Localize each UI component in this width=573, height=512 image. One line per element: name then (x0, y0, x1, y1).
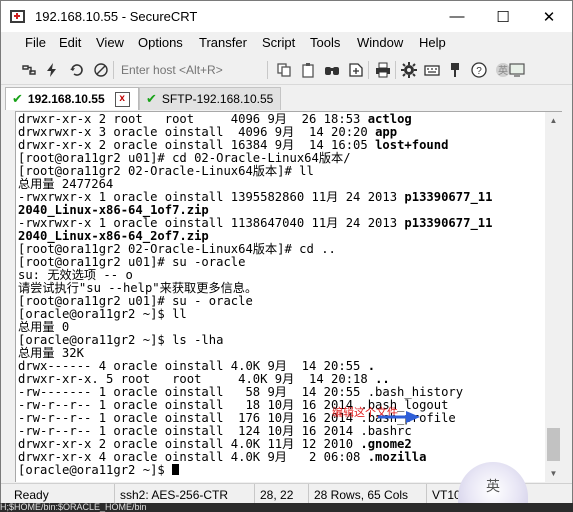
terminal-line-highlight: .gnome2 (360, 437, 412, 451)
help-icon[interactable]: ? (469, 60, 489, 80)
menu-help[interactable]: Help (419, 35, 446, 50)
terminal-line-text: drwxr-xr-x. 5 root root 4.0K 9月 14 20:18 (18, 372, 376, 386)
scroll-down-icon[interactable]: ▼ (545, 465, 562, 482)
terminal-line-text: drwxr-xr-x 2 oracle oinstall 4.0K 11月 12… (18, 437, 361, 451)
tab-label: 192.168.10.55 (27, 92, 105, 106)
terminal-line-text: -rw-r--r-- 1 oracle oinstall 124 10月 16 … (18, 424, 412, 438)
annotation-arrow-icon (378, 411, 420, 423)
screen-icon[interactable] (507, 60, 527, 80)
terminal-screen[interactable]: drwxr-xr-x 2 root root 4096 9月 26 18:53 … (15, 111, 546, 482)
window-title: 192.168.10.55 - SecureCRT (35, 9, 198, 24)
terminal-line-text: 总用量 2477264 (18, 177, 114, 191)
terminal-line-text: drwxr-xr-x 4 oracle oinstall 4.0K 9月 2 0… (18, 450, 368, 464)
paste-icon[interactable] (298, 60, 318, 80)
terminal-line-text: [root@ora11gr2 u01]# su - oracle (18, 294, 253, 308)
terminal-line-text: -rwxrwxr-x 1 oracle oinstall 1138647040 … (18, 216, 405, 230)
minimize-button[interactable]: — (434, 1, 480, 32)
maximize-button[interactable]: ☐ (480, 1, 526, 32)
close-tab-icon[interactable]: x (114, 91, 130, 107)
menu-view[interactable]: View (96, 35, 124, 50)
tab-label: SFTP-192.168.10.55 (161, 92, 274, 106)
terminal-line-text: -rw------- 1 oracle oinstall 58 9月 14 20… (18, 385, 464, 399)
reconnect-icon[interactable] (67, 60, 87, 80)
toolbar: ? 英 (1, 56, 572, 85)
enter-host-input[interactable] (117, 61, 257, 79)
securecrt-app-icon (10, 10, 25, 23)
toolbar-separator (368, 61, 369, 79)
terminal-line-highlight: actlog (367, 112, 412, 126)
terminal-line-highlight: .mozilla (367, 450, 427, 464)
terminal-line-highlight: 2040_Linux-x86-64_2of7.zip (18, 229, 209, 243)
connected-check-icon: ✔ (146, 91, 157, 106)
keymap-icon[interactable] (422, 60, 442, 80)
find-icon[interactable] (322, 60, 342, 80)
settings-icon[interactable] (399, 60, 419, 80)
menu-script[interactable]: Script (262, 35, 295, 50)
terminal-line-highlight: p13390677_11 (404, 190, 493, 204)
close-icon: ✕ (542, 8, 556, 26)
terminal-line-text: 总用量 32K (18, 346, 84, 360)
sftp-icon[interactable] (346, 60, 366, 80)
terminal-line-highlight: .. (375, 372, 390, 386)
tab-session-192-168-10-55[interactable]: ✔ 192.168.10.55 x (5, 87, 139, 110)
terminal-line: [oracle@ora11gr2 ~]$ (18, 463, 180, 477)
tab-sftp-192-168-10-55[interactable]: ✔ SFTP-192.168.10.55 (139, 87, 281, 110)
terminal-line-highlight: p13390677_11 (404, 216, 493, 230)
securecrt-window: 192.168.10.55 - SecureCRT — ☐ ✕ File Edi… (0, 0, 573, 512)
terminal-line-highlight: app (375, 125, 398, 139)
connected-check-icon: ✔ (12, 91, 23, 106)
session-tab-bar: ✔ 192.168.10.55 x ✔ SFTP-192.168.10.55 (1, 85, 572, 111)
menu-tools[interactable]: Tools (310, 35, 340, 50)
print-icon[interactable] (373, 60, 393, 80)
connect-icon[interactable] (19, 60, 39, 80)
terminal-line-highlight: . (367, 359, 376, 373)
terminal-line-text: [oracle@ora11gr2 ~]$ ll (18, 307, 187, 321)
terminal-line-text: [oracle@ora11gr2 ~]$ ls -lha (18, 333, 224, 347)
background-terminal-strip: H;$HOME/bin:$ORACLE_HOME/bin (0, 503, 573, 512)
terminal-line-text: [root@ora11gr2 u01]# su -oracle (18, 255, 246, 269)
terminal-line-text: [oracle@ora11gr2 ~]$ (18, 463, 173, 477)
terminal-line-text: 请尝试执行"su --help"来获取更多信息。 (18, 281, 258, 295)
terminal-line-text: [root@ora11gr2 02-Oracle-Linux64版本]# cd … (18, 242, 336, 256)
terminal-line-highlight: lost+found (375, 138, 449, 152)
terminal-line-text: su: 无效选项 -- o (18, 268, 133, 282)
menu-options[interactable]: Options (138, 35, 183, 50)
terminal-line-text: drwxr-xr-x 2 root root 4096 9月 26 18:53 (18, 112, 368, 126)
scrollbar-thumb[interactable] (547, 428, 560, 461)
menu-bar: File Edit View Options Transfer Script T… (1, 32, 572, 54)
title-bar: 192.168.10.55 - SecureCRT — ☐ ✕ (1, 1, 572, 32)
terminal-line-text: drwxrwxr-x 3 oracle oinstall 4096 9月 14 … (18, 125, 376, 139)
menu-transfer[interactable]: Transfer (199, 35, 247, 50)
disconnect-icon[interactable] (91, 60, 111, 80)
ime-language-label: 英 (486, 478, 500, 494)
toolbar-separator (113, 61, 114, 79)
menu-edit[interactable]: Edit (59, 35, 81, 50)
terminal-line-highlight: 2040_Linux-x86-64_1of7.zip (18, 203, 209, 217)
menu-window[interactable]: Window (357, 35, 403, 50)
key-agent-icon[interactable] (445, 60, 465, 80)
toolbar-separator (395, 61, 396, 79)
menu-file[interactable]: File (25, 35, 46, 50)
maximize-icon: ☐ (496, 8, 510, 26)
quick-connect-icon[interactable] (42, 60, 62, 80)
scroll-up-icon[interactable]: ▲ (545, 112, 562, 129)
terminal-line-text: drwx------ 4 oracle oinstall 4.0K 9月 14 … (18, 359, 368, 373)
terminal-line-text: [root@ora11gr2 u01]# cd 02-Oracle-Linux6… (18, 151, 351, 165)
terminal-cursor (172, 464, 180, 475)
toolbar-separator (267, 61, 268, 79)
terminal-line-text: [root@ora11gr2 02-Oracle-Linux64版本]# ll (18, 164, 314, 178)
copy-icon[interactable] (274, 60, 294, 80)
terminal-line-text: -rwxrwxr-x 1 oracle oinstall 1395582860 … (18, 190, 405, 204)
terminal-line-text: drwxr-xr-x 2 oracle oinstall 16384 9月 14… (18, 138, 376, 152)
terminal-scrollbar[interactable]: ▲ ▼ (545, 111, 562, 482)
terminal-line-text: 总用量 0 (18, 320, 70, 334)
minimize-icon: — (449, 8, 465, 25)
close-window-button[interactable]: ✕ (526, 1, 572, 32)
svg-text:?: ? (476, 66, 482, 77)
